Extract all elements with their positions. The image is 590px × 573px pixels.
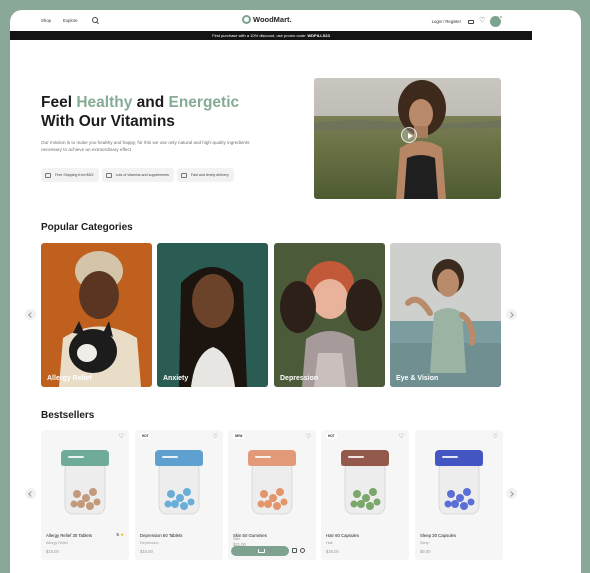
promo-bar: First purchase with a 10% discount, use … — [10, 31, 532, 40]
category-label: Depression — [280, 375, 319, 382]
product-badge: NEW — [233, 433, 245, 439]
promo-text: First purchase with a 10% discount, use … — [212, 33, 308, 38]
product-category: Allergy Relief — [46, 541, 68, 545]
header-actions: Login / Register 0 — [432, 15, 503, 27]
login-register-link[interactable]: Login / Register — [432, 19, 461, 24]
category-label: Eye & Vision — [396, 375, 439, 382]
quick-view-icon[interactable] — [300, 548, 305, 553]
category-image — [274, 243, 385, 387]
product-card[interactable]: ♡ HOT Depression 60 Tablets Depression $15.0… — [135, 430, 223, 560]
product-price: $15.00 — [140, 549, 153, 554]
product-image — [248, 450, 296, 515]
play-icon[interactable] — [401, 127, 417, 143]
compare-icon[interactable] — [292, 548, 297, 553]
hero-title: Feel Healthy and Energetic With Our Vita… — [41, 93, 239, 131]
logo-icon — [242, 15, 251, 24]
product-name[interactable]: Sleep 30 Capsules — [420, 533, 456, 538]
product-badge: HOT — [326, 433, 337, 439]
pill-icon — [105, 172, 112, 178]
hero-video[interactable] — [314, 78, 501, 199]
star-icon: ★ — [120, 532, 124, 537]
feature-delivery: Fast and timely delivery — [176, 168, 234, 182]
delivery-icon — [180, 172, 187, 178]
category-image — [157, 243, 268, 387]
wishlist-heart-icon[interactable]: ♡ — [213, 433, 218, 440]
category-card-anxiety[interactable]: Anxiety — [157, 243, 268, 387]
add-to-cart-button[interactable] — [231, 545, 289, 556]
category-card-eye-vision[interactable]: Eye & Vision — [390, 243, 501, 387]
category-card-allergy[interactable]: Allergy Relief — [41, 243, 152, 387]
product-price: $26.00 — [326, 549, 339, 554]
product-image — [61, 450, 109, 515]
nav-shop[interactable]: Shop — [41, 18, 51, 23]
bestsellers-next-arrow[interactable] — [506, 488, 517, 499]
hero-title-part: Feel — [41, 94, 77, 111]
hero-description: Our mission is to make you healthy and h… — [41, 140, 250, 152]
site-header: Shop Explore WoodMart. Login / Register … — [10, 10, 581, 31]
page-frame: Shop Explore WoodMart. Login / Register … — [10, 10, 581, 573]
rating-value: 5 — [116, 532, 119, 537]
category-card-depression[interactable]: Depression — [274, 243, 385, 387]
cart-count-badge: 0 — [499, 15, 503, 19]
product-badge: HOT — [140, 433, 151, 439]
product-price: $9.00 — [420, 549, 431, 554]
wishlist-heart-icon[interactable]: ♡ — [493, 433, 498, 440]
feature-label: Free Shipping from $30! — [55, 173, 94, 177]
product-card[interactable]: ♡ HOT Hair 60 Capsules Hair $26.00 — [321, 430, 409, 560]
feature-label: Fast and timely delivery — [190, 173, 229, 177]
wishlist-icon[interactable] — [479, 18, 485, 25]
category-image — [390, 243, 501, 387]
categories-prev-arrow[interactable] — [25, 309, 36, 320]
product-image — [155, 450, 203, 515]
cart-button[interactable]: 0 — [490, 15, 503, 27]
product-price: $15.00 — [46, 549, 59, 554]
feature-vitamins: Lots of vitamins and supplements — [101, 168, 174, 182]
nav-explore[interactable]: Explore — [63, 18, 78, 23]
product-card[interactable]: ♡ Allergy Relief 30 Tablets 5 ★ Allergy Rel… — [41, 430, 129, 560]
categories-title: Popular Categories — [41, 222, 133, 233]
product-category: Sleep — [420, 541, 430, 545]
product-category: Skin — [233, 537, 241, 541]
product-category: Hair — [326, 541, 333, 545]
product-category: Depression — [140, 541, 159, 545]
product-card[interactable]: ♡ Sleep 30 Capsules Sleep $9.00 — [415, 430, 503, 560]
main-nav: Shop Explore — [41, 17, 98, 23]
logo[interactable]: WoodMart. — [242, 15, 292, 24]
product-name[interactable]: Depression 60 Tablets — [140, 533, 182, 538]
hero-features: Free Shipping from $30! Lots of vitamins… — [41, 168, 234, 182]
hero-title-part: and — [132, 94, 169, 111]
bestsellers-title: Bestsellers — [41, 410, 95, 421]
category-label: Allergy Relief — [47, 375, 92, 382]
logo-text: WoodMart. — [253, 15, 292, 24]
product-name[interactable]: Hair 60 Capsules — [326, 533, 359, 538]
product-card[interactable]: ♡ NEW Skin 50 Gummies Skin $21.00 — [228, 430, 316, 560]
categories-next-arrow[interactable] — [506, 309, 517, 320]
feature-label: Lots of vitamins and supplements — [115, 173, 169, 177]
category-image — [41, 243, 152, 387]
product-image — [435, 450, 483, 515]
feature-shipping: Free Shipping from $30! — [41, 168, 99, 182]
wishlist-heart-icon[interactable]: ♡ — [119, 433, 124, 440]
category-label: Anxiety — [163, 375, 189, 382]
wishlist-heart-icon[interactable]: ♡ — [399, 433, 404, 440]
product-rating: 5 ★ — [117, 532, 124, 538]
bestsellers-prev-arrow[interactable] — [25, 488, 36, 499]
product-actions — [231, 545, 313, 556]
product-name[interactable]: Allergy Relief 30 Tablets — [46, 533, 92, 538]
truck-icon — [45, 172, 51, 178]
hero-title-line2: With Our Vitamins — [41, 113, 175, 130]
product-image — [341, 450, 389, 515]
promo-code: WDPILLS23 — [307, 33, 330, 38]
search-icon[interactable] — [91, 17, 98, 23]
wishlist-heart-icon[interactable]: ♡ — [306, 433, 311, 440]
hero-title-highlight: Energetic — [168, 94, 240, 111]
hero-title-highlight: Healthy — [76, 94, 133, 111]
compare-icon[interactable] — [468, 19, 474, 24]
